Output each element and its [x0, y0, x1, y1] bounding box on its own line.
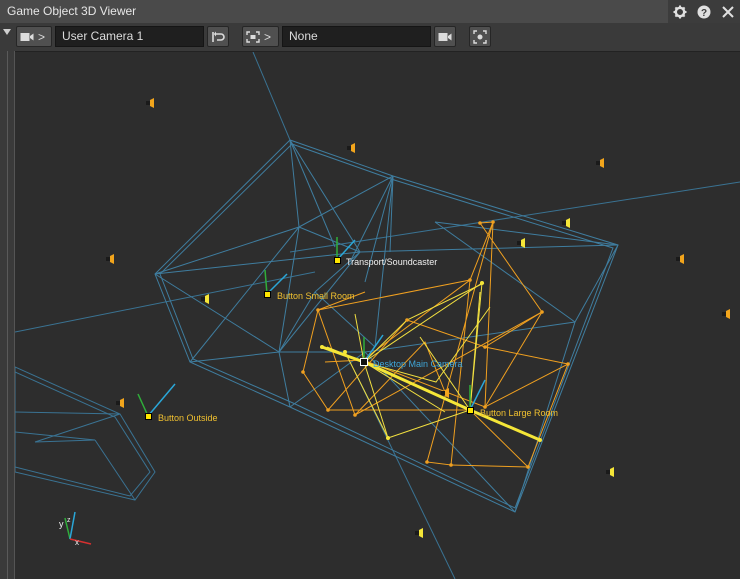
- speaker-icon[interactable]: [106, 254, 115, 264]
- gear-icon[interactable]: [672, 4, 688, 20]
- window-tab[interactable]: Game Object 3D Viewer: [0, 0, 669, 23]
- frame-selection-icon: [246, 30, 260, 43]
- desktop-main-camera-marker[interactable]: [360, 358, 368, 366]
- speaker-icon[interactable]: [596, 158, 605, 168]
- button-outside-label: Button Outside: [158, 413, 218, 423]
- 3d-viewport[interactable]: Transport/Soundcaster Button Small Room …: [15, 52, 740, 579]
- button-large-room-marker[interactable]: [467, 407, 474, 414]
- speaker-icon[interactable]: [347, 143, 356, 153]
- speaker-icon[interactable]: [676, 254, 685, 264]
- help-icon[interactable]: ?: [696, 4, 712, 20]
- speaker-icon[interactable]: [562, 218, 571, 228]
- close-icon[interactable]: [720, 4, 736, 20]
- button-outside-marker[interactable]: [145, 413, 152, 420]
- left-dock-bar: [0, 51, 15, 579]
- button-large-room-label: Button Large Room: [480, 408, 559, 418]
- axis-x-label: x: [75, 538, 79, 547]
- room-wireframe-outside: [15, 366, 156, 501]
- camera-select-button[interactable]: >: [16, 26, 52, 47]
- video-camera-icon: [438, 32, 452, 41]
- axis-z-label: z: [67, 517, 71, 524]
- transport-marker[interactable]: [334, 257, 341, 264]
- speaker-icon[interactable]: [517, 238, 526, 248]
- transport-label: Transport/Soundcaster: [346, 257, 438, 267]
- focus-icon: [473, 29, 487, 44]
- collapse-triangle-icon[interactable]: [2, 27, 12, 37]
- room-wireframe-main: [154, 139, 619, 513]
- viewer-toolbar: > User Camera 1 > None: [0, 23, 740, 52]
- button-small-room-marker[interactable]: [264, 291, 271, 298]
- room-guide-lines: [15, 52, 740, 579]
- reset-camera-button[interactable]: [207, 26, 229, 47]
- focus-selection-button[interactable]: [469, 26, 491, 47]
- window-title: Game Object 3D Viewer: [7, 4, 137, 18]
- speaker-icon[interactable]: [606, 467, 615, 477]
- svg-text:?: ?: [701, 8, 707, 19]
- desktop-main-camera-label: Desktop Main Camera: [373, 359, 463, 369]
- listener-camera-button[interactable]: [434, 26, 456, 47]
- axis-y-label: y: [59, 519, 64, 529]
- speaker-icon[interactable]: [441, 388, 450, 398]
- title-bar: Game Object 3D Viewer ?: [0, 0, 740, 23]
- title-icons: ?: [668, 0, 740, 23]
- speaker-icon[interactable]: [722, 309, 731, 319]
- video-camera-icon: [20, 32, 34, 41]
- speaker-icon[interactable]: [201, 294, 210, 304]
- button-small-room-label: Button Small Room: [277, 291, 355, 301]
- scene-canvas: [15, 52, 740, 579]
- speaker-icon[interactable]: [415, 528, 424, 538]
- listener-name-field[interactable]: None: [282, 26, 431, 47]
- listener-select-button[interactable]: >: [242, 26, 279, 47]
- speaker-icon[interactable]: [146, 98, 155, 108]
- camera-name-field[interactable]: User Camera 1: [55, 26, 204, 47]
- reset-icon: [212, 31, 225, 42]
- speaker-icon[interactable]: [116, 398, 125, 408]
